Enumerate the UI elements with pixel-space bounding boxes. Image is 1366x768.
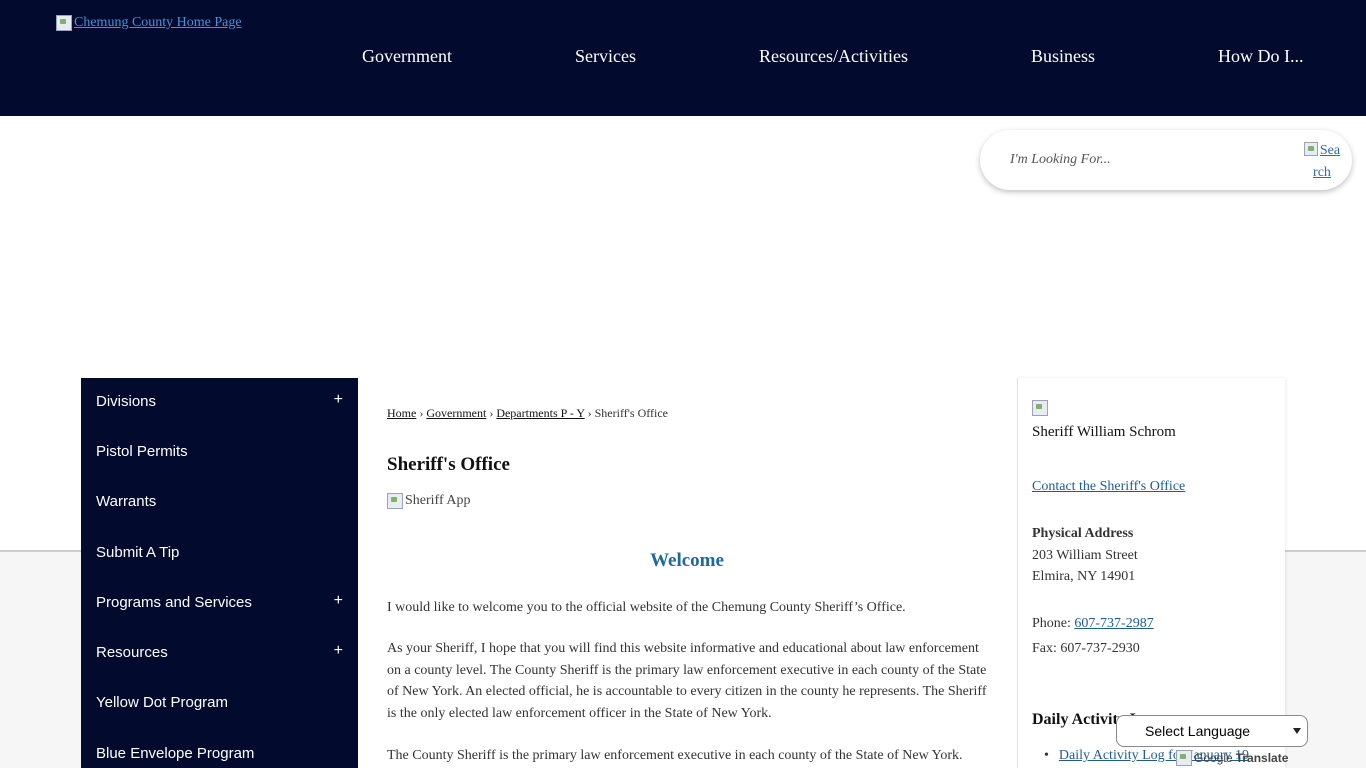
google-label: Google [1194, 751, 1233, 765]
sheriff-app-image: Sheriff App [387, 493, 470, 509]
sheriff-photo [1032, 400, 1048, 416]
chevron-down-icon [1293, 728, 1301, 734]
phone-link[interactable]: 607-737-2987 [1074, 616, 1153, 631]
sidebar-item-label: Pistol Permits [96, 443, 188, 460]
search-icon [1303, 142, 1318, 156]
sidebar-item-programs-and-services[interactable]: Programs and Services + [81, 579, 358, 629]
sidebar-nav: Divisions + Pistol Permits Warrants Subm… [81, 378, 358, 768]
breadcrumb: Home › Government › Departments P - Y › … [387, 406, 668, 421]
home-logo-link[interactable]: Chemung County Home Page [56, 15, 242, 31]
site-header: Chemung County Home Page Government Serv… [0, 0, 1366, 116]
sidebar-item-resources[interactable]: Resources + [81, 629, 358, 679]
body-paragraph: The County Sheriff is the primary law en… [387, 748, 963, 763]
breadcrumb-separator: › [419, 406, 424, 420]
sidebar-item-warrants[interactable]: Warrants [81, 478, 358, 528]
fax-line: Fax: 607-737-2930 [1032, 641, 1140, 656]
expand-icon[interactable]: + [334, 592, 343, 610]
breadcrumb-home[interactable]: Home [387, 406, 416, 420]
google-logo-icon [1176, 750, 1192, 766]
sidebar-item-label: Warrants [96, 493, 157, 510]
breadcrumb-departments[interactable]: Departments P - Y [496, 406, 584, 420]
sheriff-app-alt-text: Sheriff App [405, 493, 471, 508]
body-paragraph: As your Sheriff, I hope that you will fi… [387, 641, 987, 722]
phone-label: Phone: [1032, 616, 1071, 631]
sheriff-name: Sheriff William Schrom [1032, 424, 1176, 440]
search-button[interactable]: Search [1302, 140, 1342, 184]
nav-services[interactable]: Services [575, 46, 636, 67]
sidebar-item-divisions[interactable]: Divisions + [81, 378, 358, 428]
nav-business[interactable]: Business [1031, 46, 1095, 67]
address-street: 203 William Street [1032, 548, 1138, 563]
language-select-label: Select Language [1145, 723, 1251, 739]
language-select[interactable]: Select Language [1116, 715, 1308, 747]
sidebar-item-blue-envelope-program[interactable]: Blue Envelope Program [81, 730, 358, 768]
sidebar-item-label: Divisions [96, 393, 157, 410]
main-nav: Government Services Resources/Activities… [0, 46, 1366, 70]
breadcrumb-current: Sheriff's Office [594, 406, 668, 420]
search-input[interactable] [1010, 150, 1270, 170]
broken-image-icon [56, 15, 72, 31]
breadcrumb-government[interactable]: Government [426, 406, 486, 420]
nav-government[interactable]: Government [362, 46, 452, 67]
sidebar-item-label: Programs and Services [96, 594, 252, 611]
expand-icon[interactable]: + [334, 642, 343, 660]
nav-how-do-i[interactable]: How Do I... [1218, 46, 1304, 67]
sidebar-item-label: Submit A Tip [96, 544, 180, 561]
intro-paragraph: I would like to welcome you to the offic… [387, 600, 906, 615]
sidebar-item-label: Blue Envelope Program [96, 745, 255, 762]
search-box [980, 130, 1352, 190]
sidebar-item-pistol-permits[interactable]: Pistol Permits [81, 428, 358, 478]
breadcrumb-separator: › [587, 406, 592, 420]
logo-alt-text: Chemung County Home Page [74, 15, 242, 30]
sidebar-item-submit-a-tip[interactable]: Submit A Tip [81, 529, 358, 579]
address-heading: Physical Address [1032, 526, 1134, 541]
breadcrumb-separator: › [489, 406, 494, 420]
nav-resources-activities[interactable]: Resources/Activities [759, 46, 908, 67]
expand-icon[interactable]: + [334, 391, 343, 409]
contact-sheriff-link[interactable]: Contact the Sheriff's Office [1032, 479, 1185, 495]
phone-line: Phone: 607-737-2987 [1032, 616, 1154, 632]
welcome-heading: Welcome [650, 550, 724, 571]
page-title: Sheriff's Office [387, 454, 510, 475]
sidebar-item-yellow-dot-program[interactable]: Yellow Dot Program [81, 679, 358, 729]
bullet-icon: • [1044, 748, 1049, 763]
google-translate-bar: Google Translate [1176, 750, 1288, 766]
translate-label[interactable]: Translate [1236, 751, 1289, 765]
sidebar-item-label: Yellow Dot Program [96, 694, 229, 711]
address-city: Elmira, NY 14901 [1032, 569, 1136, 584]
sidebar-item-label: Resources [96, 644, 168, 661]
broken-image-icon [387, 493, 403, 509]
